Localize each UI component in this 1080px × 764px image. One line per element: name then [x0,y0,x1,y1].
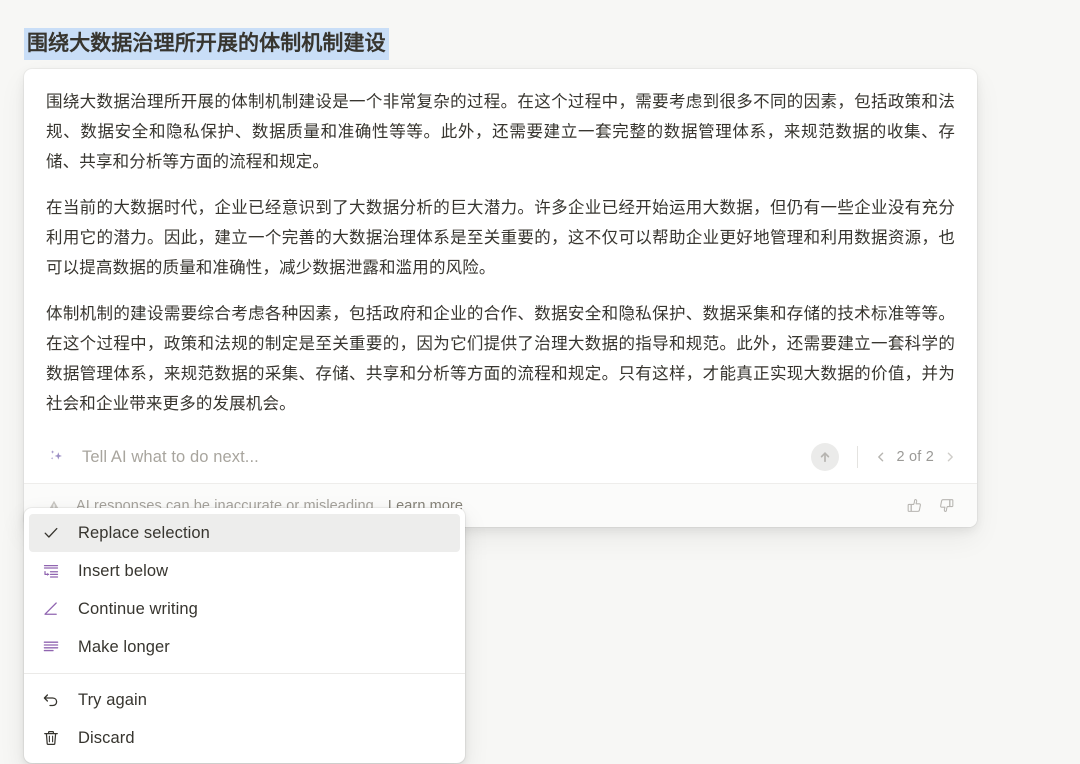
menu-item-try-again[interactable]: Try again [29,681,460,719]
menu-item-discard[interactable]: Discard [29,719,460,757]
chevron-left-icon[interactable] [874,450,888,464]
ai-generated-text: 围绕大数据治理所开展的体制机制建设是一个非常复杂的过程。在这个过程中，需要考虑到… [24,69,977,431]
arrow-up-icon [820,452,829,463]
ai-prompt-input[interactable] [82,447,811,467]
undo-arrow-icon [40,689,62,711]
menu-item-make-longer[interactable]: Make longer [29,628,460,666]
menu-secondary-section: Try again Discard [24,681,465,757]
sparkle-icon [46,447,66,467]
menu-primary-section: Replace selection Insert below Continue … [24,514,465,666]
ai-prompt-row: 2 of 2 [24,431,977,483]
ai-result-card: 围绕大数据治理所开展的体制机制建设是一个非常复杂的过程。在这个过程中，需要考虑到… [24,69,977,527]
thumbs-up-icon[interactable] [903,495,925,517]
menu-item-label: Continue writing [78,599,198,618]
submit-prompt-button[interactable] [810,443,839,471]
menu-item-label: Try again [78,690,148,709]
menu-item-replace-selection[interactable]: Replace selection [29,514,460,552]
insert-below-icon [40,560,62,582]
toolbar-divider [856,446,858,468]
continue-writing-icon [40,598,62,620]
document-title-row: 围绕大数据治理所开展的体制机制建设 [24,27,389,61]
ai-paragraph: 体制机制的建设需要综合考虑各种因素，包括政府和企业的合作、数据安全和隐私保护、数… [46,305,955,413]
ai-paragraph: 在当前的大数据时代，企业已经意识到了大数据分析的巨大潜力。许多企业已经开始运用大… [46,199,955,277]
ai-paragraph: 围绕大数据治理所开展的体制机制建设是一个非常复杂的过程。在这个过程中，需要考虑到… [46,93,955,171]
menu-item-insert-below[interactable]: Insert below [29,552,460,590]
trash-icon [40,727,62,749]
menu-item-label: Insert below [78,561,169,580]
thumbs-down-icon[interactable] [935,495,957,517]
page-title[interactable]: 围绕大数据治理所开展的体制机制建设 [24,27,389,61]
menu-item-label: Discard [78,728,135,747]
pagination-label: 2 of 2 [896,449,934,465]
menu-item-label: Make longer [78,637,170,656]
chevron-right-icon[interactable] [943,450,957,464]
menu-item-label: Replace selection [78,523,210,542]
result-pagination: 2 of 2 [874,449,957,465]
menu-divider [24,673,465,674]
menu-item-continue-writing[interactable]: Continue writing [29,590,460,628]
check-icon [40,522,62,544]
ai-actions-menu: Replace selection Insert below Continue … [24,508,465,763]
make-longer-icon [40,636,62,658]
